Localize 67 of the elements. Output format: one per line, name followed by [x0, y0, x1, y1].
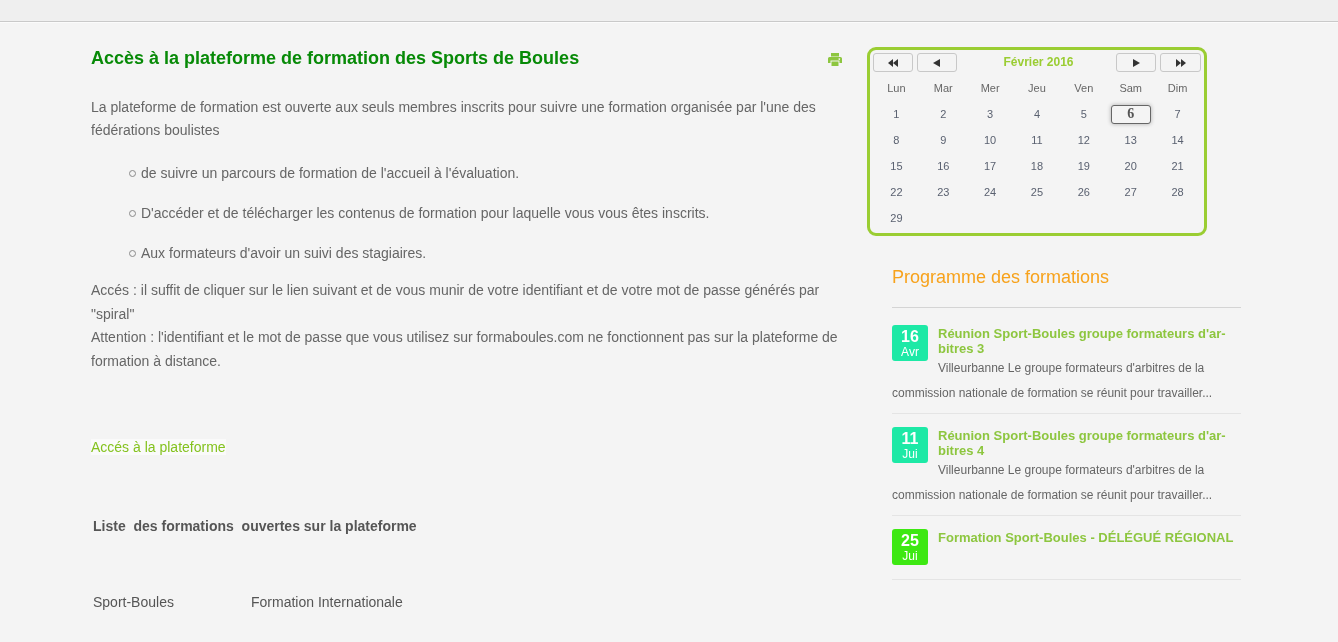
calendar-day[interactable]: 4 [1030, 107, 1044, 121]
calendar-day[interactable]: 23 [934, 185, 953, 199]
event-description: Villeurbanne Le groupe formateurs d'arbitres de la commission nationale de formation se réunit pour travailler... [892, 462, 1214, 504]
back-button[interactable] [917, 53, 957, 72]
calendar-day[interactable]: 24 [981, 185, 1000, 199]
double-left-triangle-icon [888, 58, 898, 67]
right-triangle-icon [1131, 58, 1141, 67]
badge-month: Avr [901, 344, 919, 359]
badge-day: 11 [901, 429, 919, 447]
calendar-day[interactable]: 16 [934, 159, 953, 173]
calendar-day[interactable]: 19 [1074, 159, 1093, 173]
calendar-day[interactable]: 21 [1168, 159, 1187, 173]
calendar-day[interactable]: 12 [1074, 133, 1093, 147]
calendar-day[interactable]: 14 [1168, 133, 1187, 147]
calendar-day[interactable]: 8 [890, 133, 903, 147]
weekday-label: Sam [1119, 82, 1142, 94]
table-cell-text: Formation Internationale [251, 593, 403, 612]
calendar-day[interactable]: 20 [1121, 159, 1140, 173]
page-title: Accès à la plateforme de formation des Sports de Boules [91, 47, 580, 69]
calendar-day[interactable]: 6 [1110, 104, 1151, 124]
badge-day: 25 [901, 531, 919, 549]
paragraph: La plateforme de formation est ouverte aux seuls membres inscrits pour suivre une formation organisée par l'une des fédérations boulistes [91, 98, 817, 140]
circle-bullet-icon [129, 210, 136, 217]
badge-month: Jui [902, 446, 918, 461]
calendar-day[interactable]: 9 [937, 133, 950, 147]
section-heading: Liste des formations ouvertes sur la plateforme [92, 517, 418, 536]
calendar-day[interactable]: 1 [890, 107, 903, 121]
double-right-triangle-icon [1175, 58, 1186, 67]
calendar-day[interactable]: 7 [1171, 107, 1184, 121]
calendar-month-title: Février 2016 [1002, 54, 1075, 71]
calendar-day[interactable]: 29 [887, 211, 906, 225]
calendar-day[interactable]: 27 [1121, 185, 1140, 199]
double-forward-button[interactable] [1160, 53, 1201, 72]
weekday-label: Ven [1074, 82, 1094, 94]
calendar-day[interactable]: 13 [1121, 133, 1140, 147]
list-item-text: de suivre un parcours de formation de l'accueil à l'évaluation. [141, 164, 520, 183]
calendar-day[interactable]: 15 [887, 159, 906, 173]
sidebar-title: Programme des formations [892, 266, 1241, 308]
list-item-text: Aux formateurs d'avoir un suivi des stagiaires. [141, 244, 427, 263]
badge-day: 16 [901, 327, 919, 345]
calendar-day[interactable]: 11 [1028, 133, 1046, 147]
paragraph: Accés : il suffit de cliquer sur le lien suivant et de vous munir de votre identifiant et de votre mot de passe générés par "spiral" [91, 281, 821, 324]
event-description: Villeurbanne Le groupe formateurs d'arbitres de la commission nationale de formation se réunit pour travailler... [892, 360, 1214, 402]
double-back-button[interactable] [873, 53, 913, 72]
calendar-day[interactable]: 22 [887, 185, 906, 199]
table-cell-text: Sport-Boules [93, 593, 175, 612]
calendar-day[interactable]: 5 [1077, 107, 1090, 121]
calendar-day[interactable]: 18 [1027, 159, 1047, 173]
weekday-label: Lun [887, 82, 906, 94]
calendar-day[interactable]: 2 [937, 107, 950, 121]
calendar-day[interactable]: 25 [1027, 185, 1047, 199]
weekday-label: Mer [980, 82, 1000, 94]
circle-bullet-icon [129, 250, 136, 257]
forward-button[interactable] [1116, 53, 1156, 72]
weekday-label: Jeu [1028, 82, 1046, 94]
circle-bullet-icon [129, 170, 136, 177]
weekday-label: Mar [933, 82, 953, 94]
weekday-label: Dim [1167, 82, 1188, 94]
list-item-text: D'accéder et de télécharger les contenus de formation pour laquelle vous vous êtes inscrits. [141, 204, 710, 223]
calendar-day[interactable]: 10 [981, 133, 1000, 147]
calendar-day[interactable]: 17 [981, 159, 1000, 173]
calendar-day[interactable]: 26 [1074, 185, 1093, 199]
badge-month: Jui [902, 548, 918, 563]
left-triangle-icon [932, 58, 942, 67]
paragraph: Attention : l'identifiant et le mot de passe que vous utilisez sur formaboules.com ne fonctionnent pas sur la plateforme de formation à distance. [91, 328, 839, 371]
calendar-day[interactable]: 28 [1168, 185, 1187, 199]
calendar-day[interactable]: 3 [984, 107, 997, 121]
